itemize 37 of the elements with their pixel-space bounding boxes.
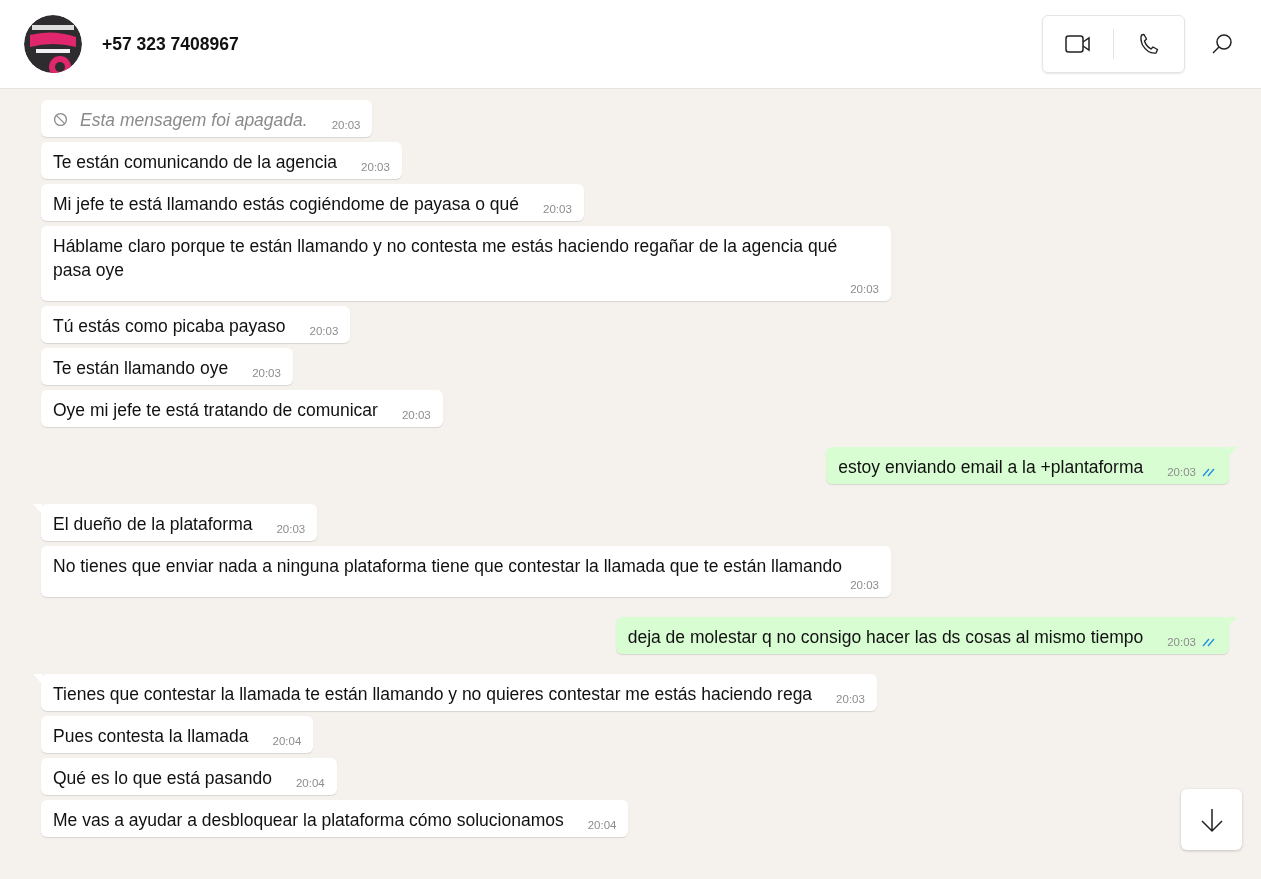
down-arrow-icon [1199,806,1224,833]
message-text: Me vas a ayudar a desbloquear la plataforma cómo solucionamos [53,809,564,832]
message-text: Qué es lo que está pasando [53,767,272,790]
message-text: Mi jefe te está llamando estás cogiéndome de payasa o qué [53,193,519,216]
message-text: estoy enviando email a la +plantaforma [838,456,1144,479]
message-text: Tú estás como picaba payaso [53,315,286,338]
message-time: 20:03 [401,408,431,422]
message-time: 20:03 [850,282,879,296]
message-time: 20:03 [543,202,572,216]
message-text: No tienes que enviar nada a ninguna plataforma tiene que contestar la llamada que te están llamando [53,555,842,578]
contact-name[interactable]: +57 323 7408967 [102,30,239,58]
message-text: deja de molestar q no consigo hacer las ds cosas al mismo tiempo [627,626,1144,649]
message-text: Oye mi jefe te está tratando de comunicar [53,399,378,422]
message-time: 20:03 [1167,465,1196,479]
message-time: 20:03 [276,522,306,536]
message-time: 20:03 [252,366,281,380]
message-text: Háblame claro porque te están llamando y no contesta me estás haciendo regañar de la agencia qué pasa oye [53,235,839,282]
message-text: Pues contesta la llamada [53,725,249,748]
message-time: 20:03 [1167,635,1196,649]
deleted-message-text: Esta mensagem foi apagada. [80,109,308,132]
phone-icon [1139,33,1159,55]
scroll-down-button[interactable] [1181,789,1242,850]
message-time: 20:03 [836,692,865,706]
prohibited-icon [53,112,68,127]
message-text: El dueño de la plataforma [53,513,253,536]
message-time: 20:03 [331,118,361,132]
message-time: 20:04 [295,776,325,790]
message-time: 20:03 [309,324,339,338]
message-time: 20:03 [850,578,879,592]
message-time: 20:03 [361,160,390,174]
video-camera-icon [1065,35,1091,53]
message-time: 20:04 [587,818,617,832]
message-text: Tienes que contestar la llamada te están llamando y no quieres contestar me estás haciendo rega [53,683,813,706]
message-text: Te están llamando oye [53,357,229,380]
search-icon [1211,33,1233,55]
message-time: 20:04 [272,734,302,748]
message-text: Te están comunicando de la agencia [53,151,338,174]
